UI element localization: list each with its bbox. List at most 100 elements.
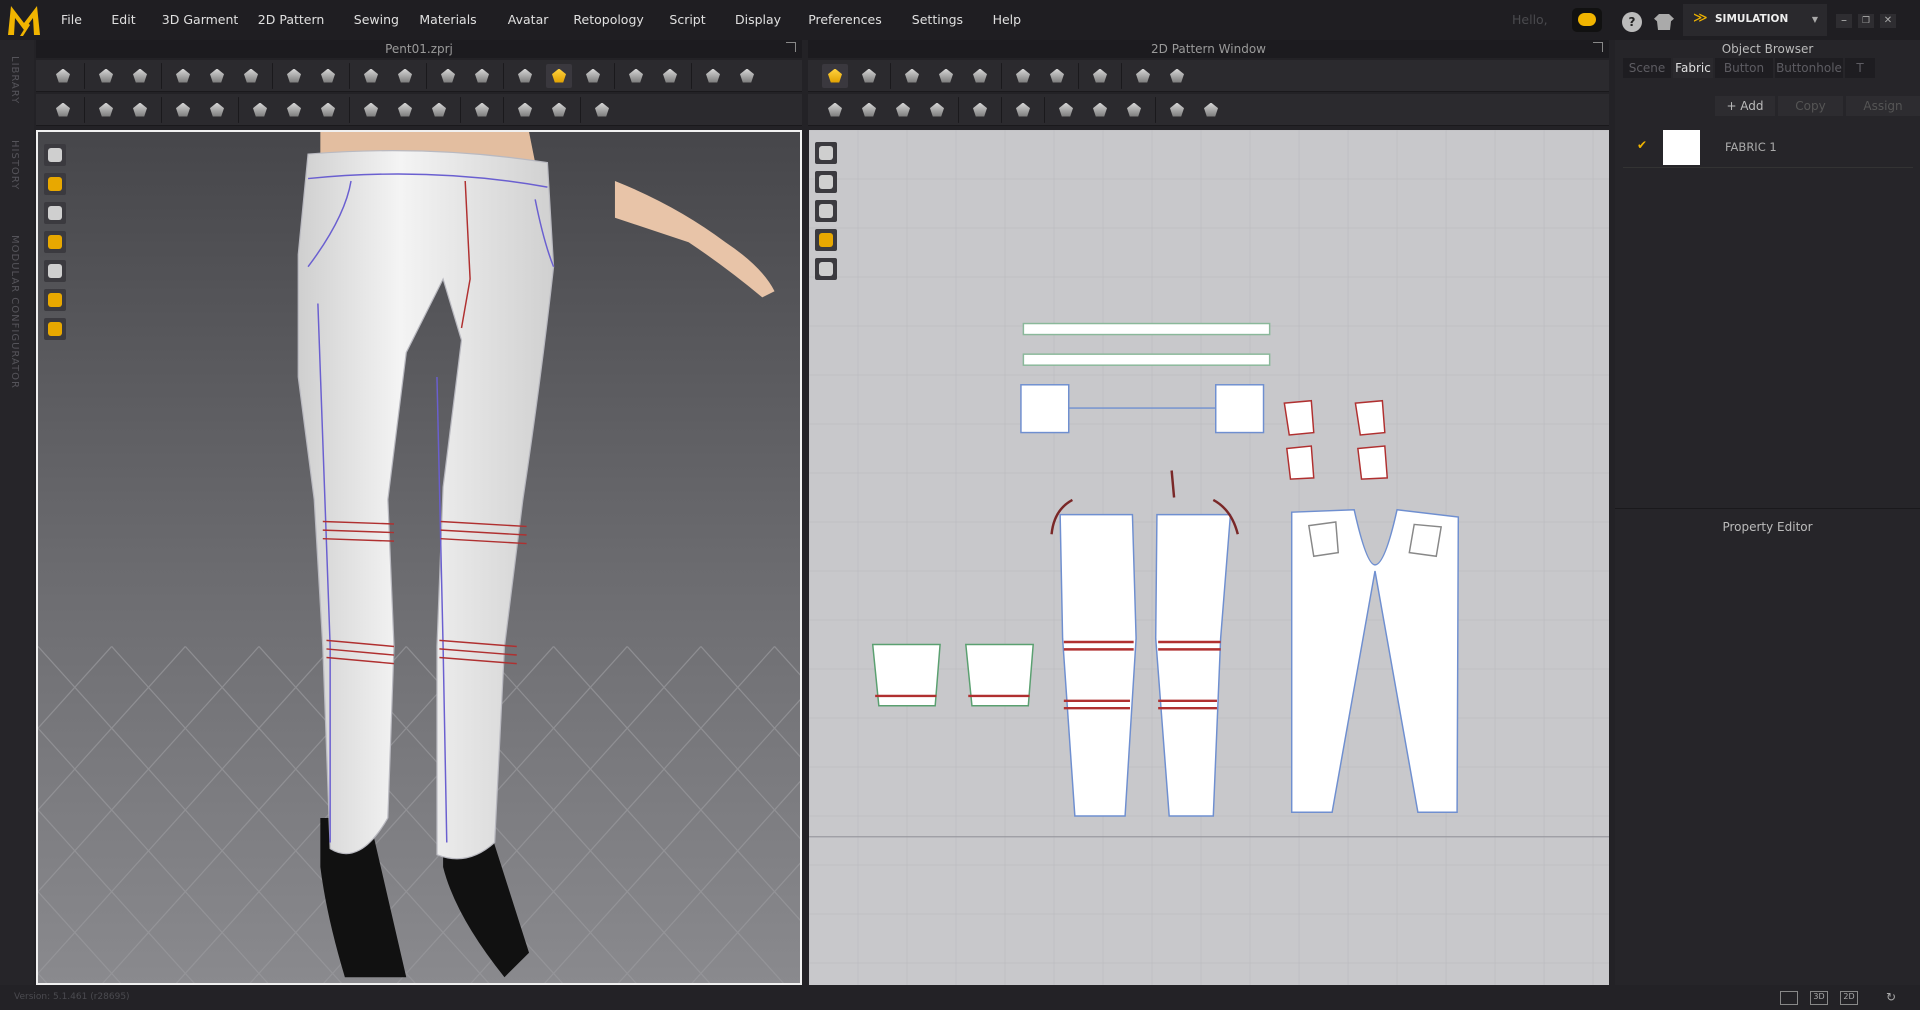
polygon-icon[interactable] [899,64,925,88]
menu-retopology[interactable]: Retopology [573,12,643,27]
single-view-button[interactable] [1780,991,1798,1005]
menu-settings[interactable]: Settings [912,12,963,27]
menu-edit[interactable]: Edit [111,12,135,27]
fold-icon[interactable] [967,98,993,122]
pattern-waistband-2[interactable] [1022,353,1271,366]
tape-icon[interactable] [127,98,153,122]
shrink-icon[interactable] [315,98,341,122]
cloud-icon[interactable] [1572,8,1602,32]
dropdown-icon[interactable]: ▼ [1803,4,1827,36]
3d-garment-viewport[interactable] [36,130,802,985]
show-garment-icon[interactable] [44,173,66,195]
simulate-icon[interactable] [50,64,76,88]
edit-topstitch-icon[interactable] [546,98,572,122]
measure-icon[interactable] [589,98,615,122]
tack-icon[interactable] [281,64,307,88]
edit-grid-icon[interactable] [734,64,760,88]
button-icon[interactable] [358,98,384,122]
fabric-list-item[interactable]: ✔ FABRIC 1 [1623,128,1913,168]
pattern-pocket-bag-left[interactable] [1020,384,1070,434]
fold-arrange-icon[interactable] [358,64,384,88]
pencil-icon[interactable] [815,142,837,164]
select-mesh-icon[interactable] [435,64,461,88]
assign-fabric-button[interactable]: Assign [1846,96,1920,116]
menu-file[interactable]: File [61,12,82,27]
transform-pattern-icon[interactable] [93,64,119,88]
select-texture-icon[interactable] [1053,98,1079,122]
2d-view-button[interactable]: 2D [1840,991,1858,1005]
menu-2d-pattern[interactable]: 2D Pattern [258,12,325,27]
segment-sew-icon[interactable] [822,98,848,122]
show-avatar-active-icon[interactable] [546,63,572,88]
edit-pattern-icon[interactable] [127,64,153,88]
menu-script[interactable]: Script [669,12,705,27]
copy-fabric-button[interactable]: Copy [1778,96,1843,116]
help-icon[interactable]: ? [1622,12,1642,32]
simulation-button[interactable]: ≫ SIMULATION [1683,4,1803,36]
internal-icon[interactable] [1010,64,1036,88]
pin-icon[interactable] [315,64,341,88]
tab-fabric[interactable]: Fabric [1673,58,1713,78]
menu-avatar[interactable]: Avatar [508,12,549,27]
menu-3d-garment[interactable]: 3D Garment [162,12,239,27]
fold-icon[interactable] [392,64,418,88]
add-garment-icon[interactable] [1654,14,1674,30]
m-n-sew-icon[interactable] [924,98,950,122]
close-icon[interactable]: ✕ [1880,14,1896,28]
ellipse-icon[interactable] [967,64,993,88]
rectangle-icon[interactable] [933,64,959,88]
menu-sewing[interactable]: Sewing [354,12,399,27]
info-icon[interactable] [815,200,837,222]
strengthen-icon[interactable] [623,64,649,88]
library-tab[interactable]: LIBRARY [9,56,20,104]
graphic-icon[interactable] [1010,98,1036,122]
history-tab[interactable]: HISTORY [9,140,20,190]
3d-view-button[interactable]: 3D [1810,991,1828,1005]
topstitch-icon[interactable] [512,98,538,122]
edit-pattern-icon[interactable] [856,64,882,88]
grid-edit-icon[interactable] [1164,64,1190,88]
pattern-front-right[interactable] [1154,513,1232,817]
puckering-icon[interactable] [247,98,273,122]
pattern-front-left[interactable] [1059,513,1137,817]
pattern-back-pocket[interactable] [1283,399,1389,480]
tab-buttonhole[interactable]: Buttonhole [1775,58,1843,78]
pattern-waistband-1[interactable] [1022,322,1271,336]
skin-icon[interactable] [44,289,66,311]
texture-icon[interactable] [815,229,837,251]
trace-icon[interactable] [1044,64,1070,88]
menu-display[interactable]: Display [735,12,781,27]
tab-t[interactable]: T [1845,58,1875,78]
line-sew-icon[interactable] [1164,98,1190,122]
texture-edit-icon[interactable] [1087,98,1113,122]
edit-tape-icon[interactable] [170,98,196,122]
dash-line-icon[interactable] [1198,98,1224,122]
xray-icon[interactable] [44,318,66,340]
fabric-render-icon[interactable] [44,260,66,282]
add-fabric-button[interactable]: + Add [1715,96,1775,116]
restore-icon[interactable]: ❐ [1858,14,1874,28]
popout-icon[interactable] [786,42,796,52]
texture-icon[interactable] [44,231,66,253]
buttonhole-icon[interactable] [392,98,418,122]
zipper-icon[interactable] [469,98,495,122]
show-avatar-icon[interactable] [44,144,66,166]
arrangement-points-icon[interactable] [512,64,538,88]
minimize-icon[interactable]: – [1836,14,1852,28]
select-pattern-icon[interactable] [93,98,119,122]
garment-icon[interactable] [815,171,837,193]
avatar-display-icon[interactable] [44,202,66,224]
fold-3d-icon[interactable] [281,98,307,122]
menu-help[interactable]: Help [993,12,1022,27]
avatar-pose-icon[interactable] [50,98,76,122]
free-tape-icon[interactable] [204,98,230,122]
select-grid-icon[interactable] [700,64,726,88]
select-vertex-icon[interactable] [469,64,495,88]
free-sew-icon[interactable] [204,64,230,88]
un-strengthen-icon[interactable] [657,64,683,88]
segment-sew-icon[interactable] [170,64,196,88]
show-texture-icon[interactable] [1121,98,1147,122]
color-icon[interactable] [815,258,837,280]
tab-button[interactable]: Button [1715,58,1773,78]
transform-pattern-icon[interactable] [822,63,848,88]
